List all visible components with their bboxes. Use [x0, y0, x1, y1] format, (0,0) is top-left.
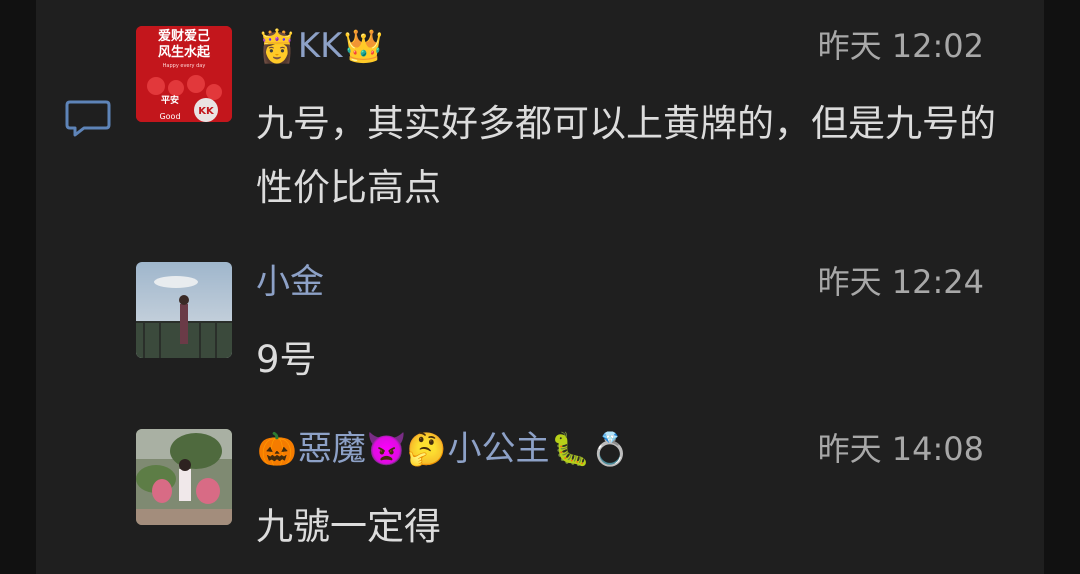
- commenter-name[interactable]: 👸 KK 👑: [256, 26, 384, 66]
- comment-time: 昨天 12:24: [817, 263, 984, 301]
- avatar-image: 爱财爱己 风生水起 Happy every day 平安 Good KK: [136, 26, 232, 122]
- avatar-line: Happy every day: [163, 63, 206, 69]
- avatar-image: [136, 262, 232, 358]
- avatar[interactable]: [136, 429, 232, 525]
- caterpillar-ring-emoji-icon: 🐛💍: [550, 430, 631, 468]
- comment-item: 🎃 惡魔 👿🤔 小公主 🐛💍 昨天 14:08 九號一定得: [136, 429, 1016, 549]
- comment-item: 爱财爱己 风生水起 Happy every day 平安 Good KK 👸 K…: [136, 26, 1016, 216]
- avatar-line: KK: [198, 106, 215, 117]
- avatar-line: 平安: [161, 94, 179, 106]
- comment-text: 九號一定得: [256, 505, 441, 548]
- pumpkin-emoji-icon: 🎃: [257, 430, 297, 468]
- comment-time: 昨天 14:08: [817, 430, 984, 468]
- comment-time: 昨天 12:02: [817, 27, 984, 65]
- comment-text: 9号: [256, 338, 317, 381]
- avatar-line: Good: [159, 112, 180, 121]
- commenter-name-text: 小金: [256, 262, 324, 302]
- princess-emoji-icon: 👸: [257, 27, 297, 65]
- commenter-name[interactable]: 🎃 惡魔 👿🤔 小公主 🐛💍: [256, 429, 631, 469]
- avatar[interactable]: 爱财爱己 风生水起 Happy every day 平安 Good KK: [136, 26, 232, 122]
- devil-thinking-emoji-icon: 👿🤔: [366, 430, 447, 468]
- commenter-name[interactable]: 小金: [256, 262, 324, 302]
- comment-item: 小金 昨天 12:24 9号: [136, 262, 1016, 382]
- commenter-name-text: KK: [297, 26, 343, 66]
- commenter-name-text: 惡魔: [297, 429, 366, 469]
- avatar[interactable]: [136, 262, 232, 358]
- commenter-name-text-2: 小公主: [447, 429, 550, 469]
- avatar-image: [136, 429, 232, 525]
- avatar-line: 爱财爱己: [158, 28, 210, 44]
- crown-emoji-icon: 👑: [343, 27, 384, 65]
- comment-text: 九号，其实好多都可以上黄牌的，但是九号的性价比高点: [256, 102, 996, 209]
- comment-bubble-icon[interactable]: [64, 98, 112, 140]
- avatar-line: 风生水起: [158, 44, 211, 60]
